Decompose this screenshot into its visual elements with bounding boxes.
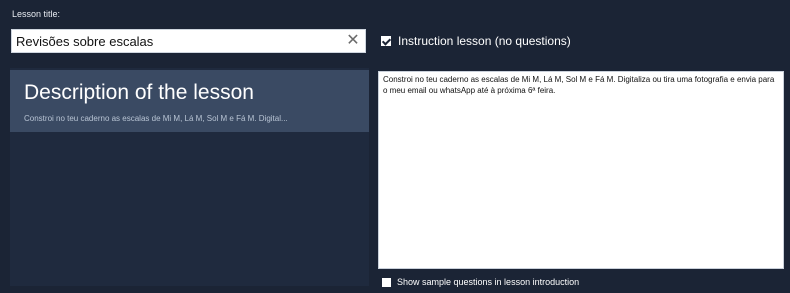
checkbox-icon[interactable] <box>381 36 391 46</box>
show-sample-questions-label[interactable]: Show sample questions in lesson introduc… <box>397 277 579 287</box>
list-item-description[interactable]: Description of the lesson Constroi no te… <box>10 70 369 132</box>
lesson-sections-list: Description of the lesson Constroi no te… <box>10 68 369 286</box>
instruction-lesson-label[interactable]: Instruction lesson (no questions) <box>398 34 571 48</box>
checkbox-icon[interactable] <box>382 277 391 287</box>
description-item-preview: Constroi no teu caderno as escalas de Mi… <box>24 114 288 123</box>
show-sample-questions-checkbox[interactable]: Show sample questions in lesson introduc… <box>382 276 579 288</box>
description-textarea[interactable]: Constroi no teu caderno as escalas de Mi… <box>378 71 784 269</box>
instruction-lesson-checkbox[interactable]: Instruction lesson (no questions) <box>381 33 571 49</box>
lesson-title-label: Lesson title: <box>12 9 61 19</box>
lesson-title-input[interactable] <box>16 32 336 50</box>
close-icon[interactable]: ✕ <box>345 32 361 50</box>
lesson-title-field[interactable]: ✕ <box>11 29 366 53</box>
description-item-title: Description of the lesson <box>24 81 254 104</box>
